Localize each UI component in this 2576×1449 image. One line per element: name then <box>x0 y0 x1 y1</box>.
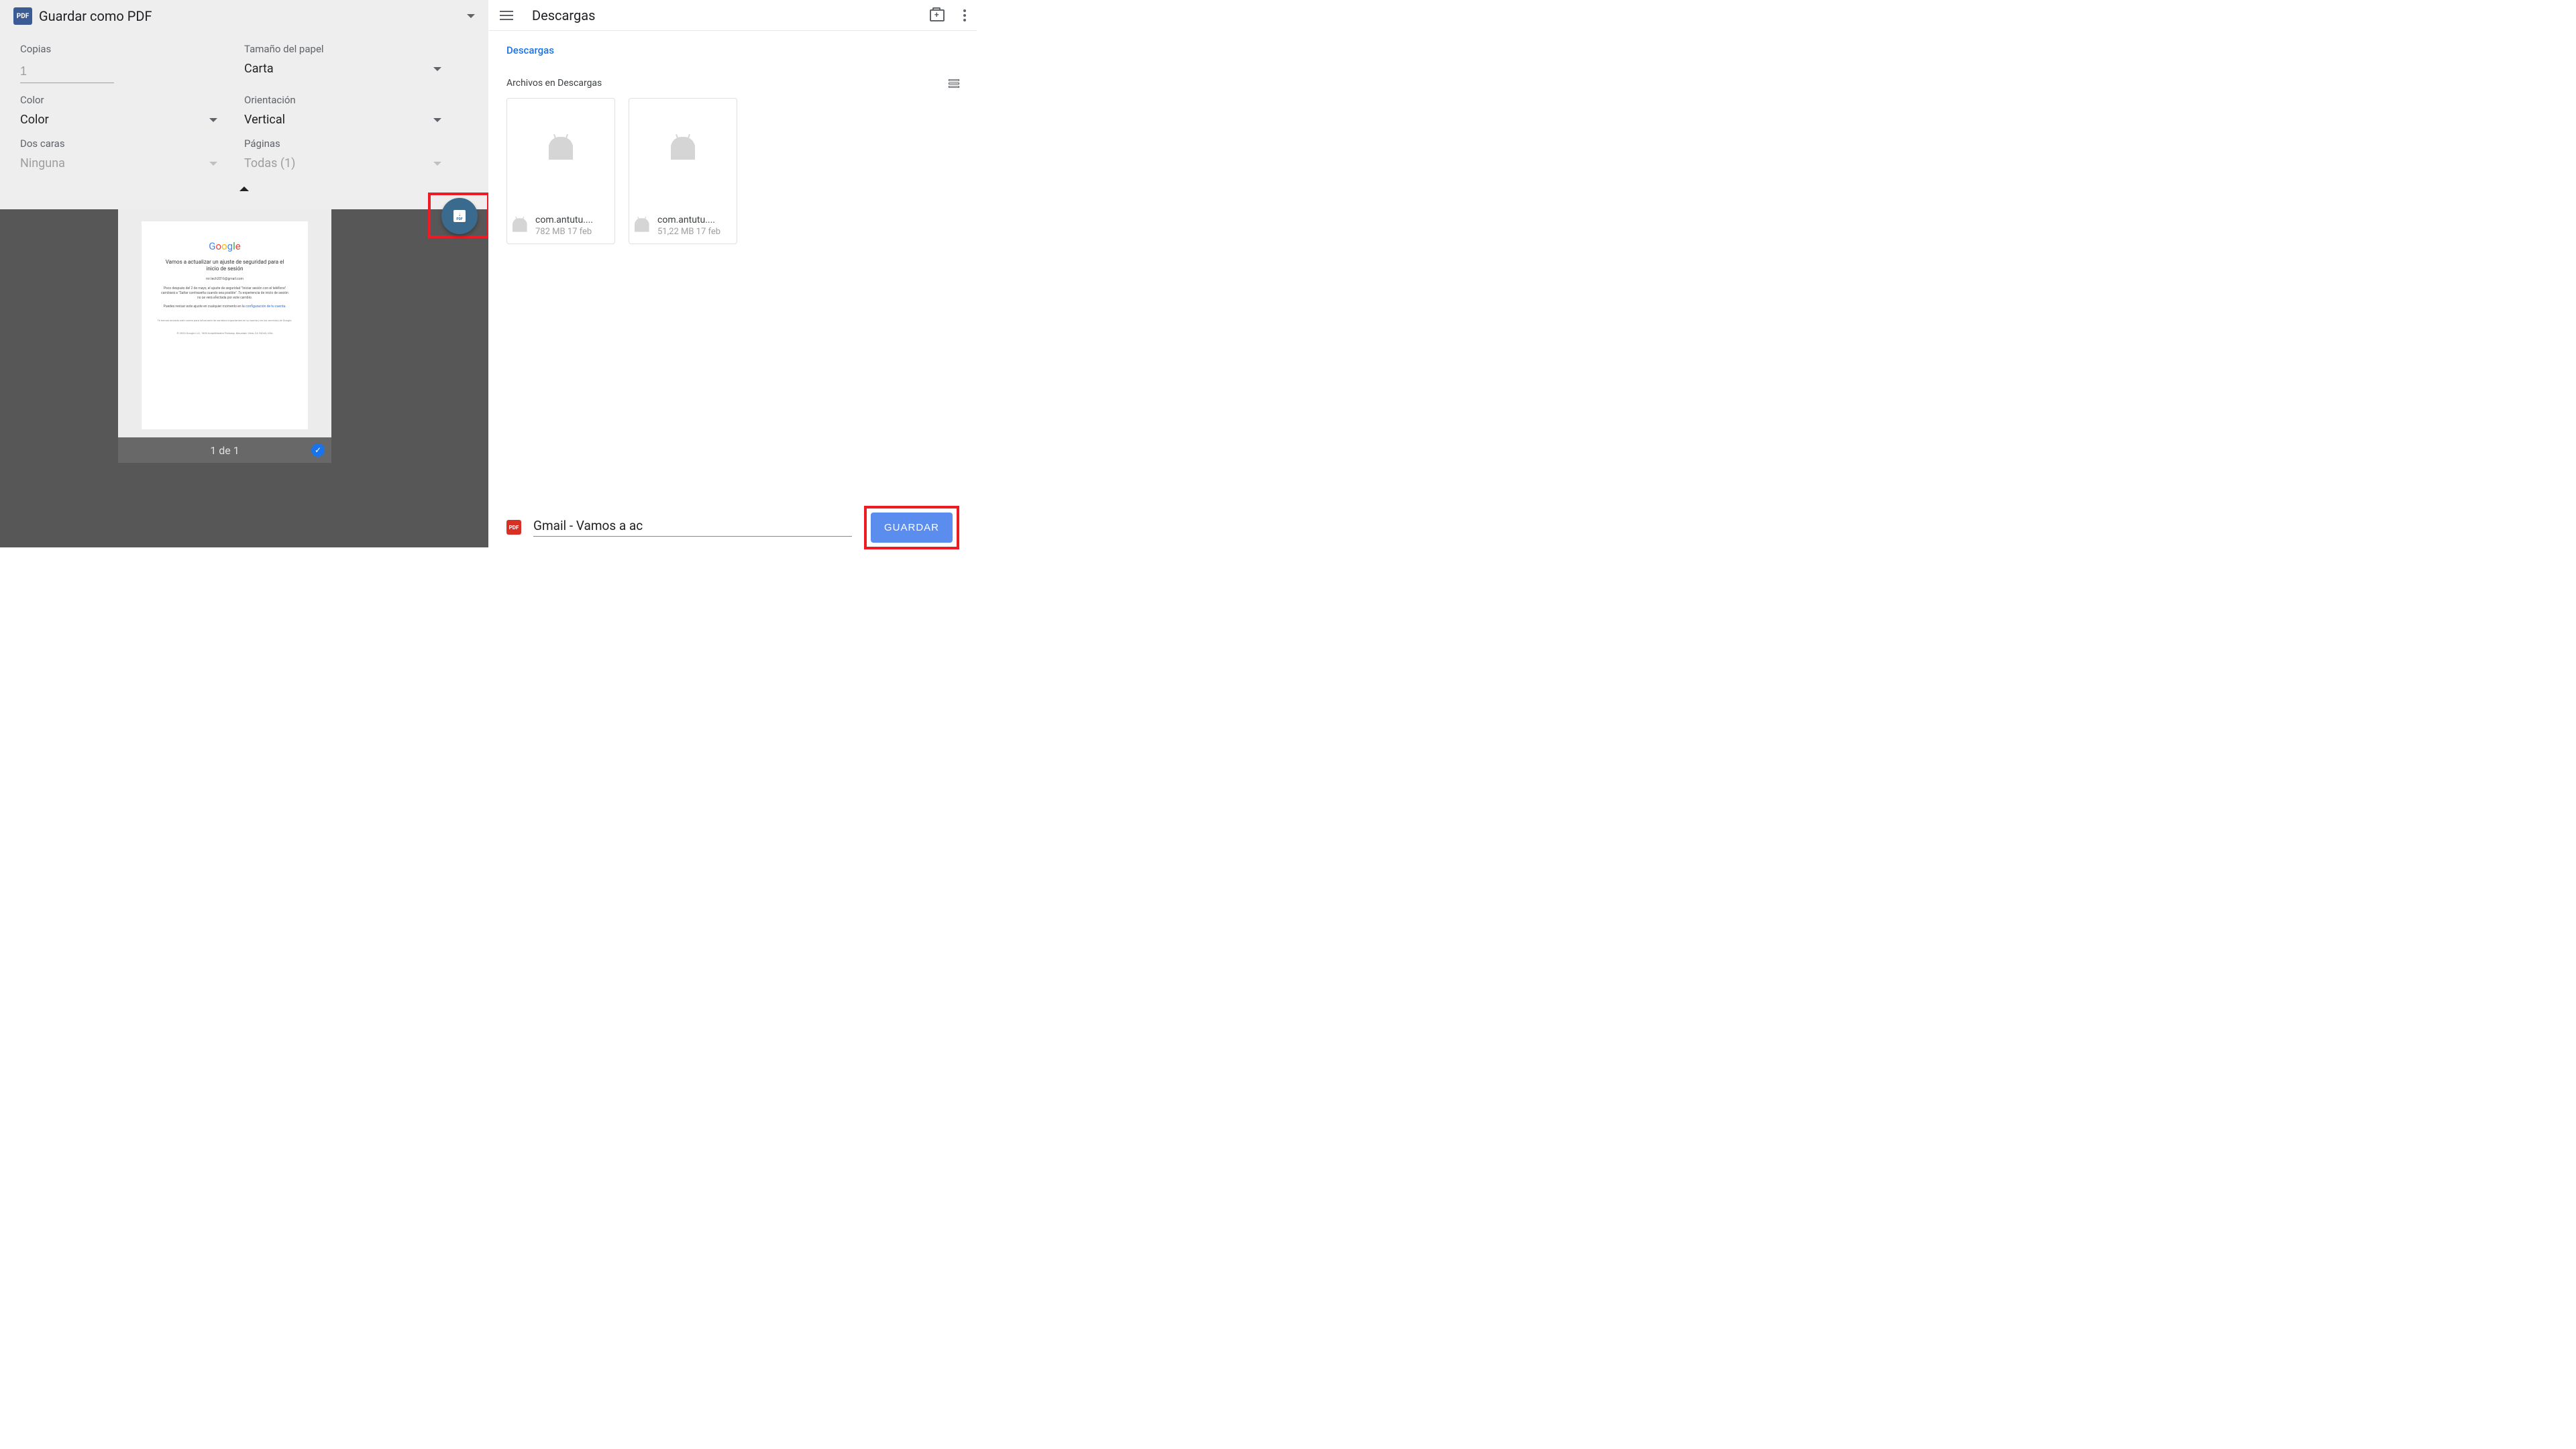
google-logo: Google <box>148 240 301 252</box>
duplex-select: Ninguna <box>20 156 244 170</box>
file-name: com.antutu.... <box>535 215 609 225</box>
file-meta: 782 MB 17 feb <box>535 227 609 237</box>
file-name: com.antutu.... <box>657 215 731 225</box>
save-filename-input[interactable]: Gmail - Vamos a ac <box>533 518 852 537</box>
pdf-badge-icon: PDF <box>506 520 521 535</box>
preview-body-2: Puedes revisar este ajuste en cualquier … <box>160 305 289 309</box>
paper-size-value: Carta <box>244 62 274 76</box>
downloads-title: Descargas <box>532 7 930 23</box>
collapse-options-button[interactable] <box>0 176 488 199</box>
view-toggle-icon[interactable] <box>949 79 959 88</box>
print-target-row[interactable]: PDF Guardar como PDF <box>0 0 488 32</box>
save-button[interactable]: GUARDAR <box>871 513 953 543</box>
pages-select[interactable]: Todas (1) <box>244 156 468 170</box>
more-icon[interactable] <box>963 9 966 21</box>
file-grid: com.antutu.... 782 MB 17 feb com.antutu.… <box>489 98 977 244</box>
print-preview-area: Google Vamos a actualizar un ajuste de s… <box>0 209 488 547</box>
breadcrumb[interactable]: Descargas <box>489 31 977 63</box>
print-options: Copias Tamaño del papel Carta Color Colo… <box>0 32 488 176</box>
file-card[interactable]: com.antutu.... 782 MB 17 feb <box>506 98 615 244</box>
highlight-save-fab: PDF <box>428 193 490 238</box>
android-icon <box>549 136 573 162</box>
android-icon <box>513 217 527 233</box>
page-preview[interactable]: Google Vamos a actualizar un ajuste de s… <box>118 209 331 463</box>
chevron-down-icon <box>209 118 217 122</box>
preview-body-1: Poco después del 2 de mayo, el ajuste de… <box>160 286 289 301</box>
color-label: Color <box>20 94 244 106</box>
section-title: Archivos en Descargas <box>506 78 602 89</box>
chevron-down-icon <box>433 118 441 122</box>
save-pdf-fab[interactable]: PDF <box>441 198 478 234</box>
page-selected-check-icon: ✓ <box>311 443 325 457</box>
file-meta: 51,22 MB 17 feb <box>657 227 731 237</box>
pdf-icon: PDF <box>13 7 32 25</box>
highlight-save-button: GUARDAR <box>864 506 959 549</box>
file-thumbnail <box>507 99 614 199</box>
menu-icon[interactable] <box>500 11 513 20</box>
duplex-value: Ninguna <box>20 156 65 170</box>
chevron-down-icon <box>433 162 441 166</box>
print-target-label: Guardar como PDF <box>39 8 467 24</box>
duplex-label: Dos caras <box>20 138 244 150</box>
chevron-down-icon <box>433 67 441 71</box>
android-icon <box>635 217 649 233</box>
page-counter: 1 de 1 ✓ <box>118 437 331 463</box>
download-pdf-icon: PDF <box>453 210 466 222</box>
paper-size-select[interactable]: Carta <box>244 62 468 76</box>
color-value: Color <box>20 113 49 127</box>
orientation-select[interactable]: Vertical <box>244 113 468 127</box>
section-header: Archivos en Descargas <box>489 63 977 98</box>
downloads-screen: Descargas Descargas Archivos en Descarga… <box>488 0 977 547</box>
chevron-down-icon <box>209 162 217 166</box>
pages-label: Páginas <box>244 138 468 150</box>
color-select[interactable]: Color <box>20 113 244 127</box>
downloads-header: Descargas <box>489 0 977 31</box>
copies-input[interactable] <box>20 62 114 83</box>
new-folder-icon[interactable] <box>930 9 945 21</box>
preview-heading: Vamos a actualizar un ajuste de segurida… <box>163 259 286 273</box>
print-screen: PDF Guardar como PDF Copias Tamaño del p… <box>0 0 488 547</box>
chevron-up-icon <box>239 186 249 191</box>
preview-email: mr.tech2016@gmail.com <box>148 277 301 281</box>
file-thumbnail <box>629 99 737 199</box>
android-icon <box>671 136 695 162</box>
chevron-down-icon <box>467 14 475 18</box>
file-card[interactable]: com.antutu.... 51,22 MB 17 feb <box>629 98 737 244</box>
orientation-label: Orientación <box>244 94 468 106</box>
copies-label: Copias <box>20 43 244 55</box>
preview-footer-1: Te hemos enviado este correo para inform… <box>148 319 301 322</box>
orientation-value: Vertical <box>244 113 285 127</box>
save-bar: PDF Gmail - Vamos a ac GUARDAR <box>506 507 959 547</box>
paper-size-label: Tamaño del papel <box>244 43 468 55</box>
preview-footer-2: © 2023 Google LLC, 1600 Amphitheatre Par… <box>148 331 301 335</box>
pages-value: Todas (1) <box>244 156 295 170</box>
page-content: Google Vamos a actualizar un ajuste de s… <box>142 221 308 429</box>
